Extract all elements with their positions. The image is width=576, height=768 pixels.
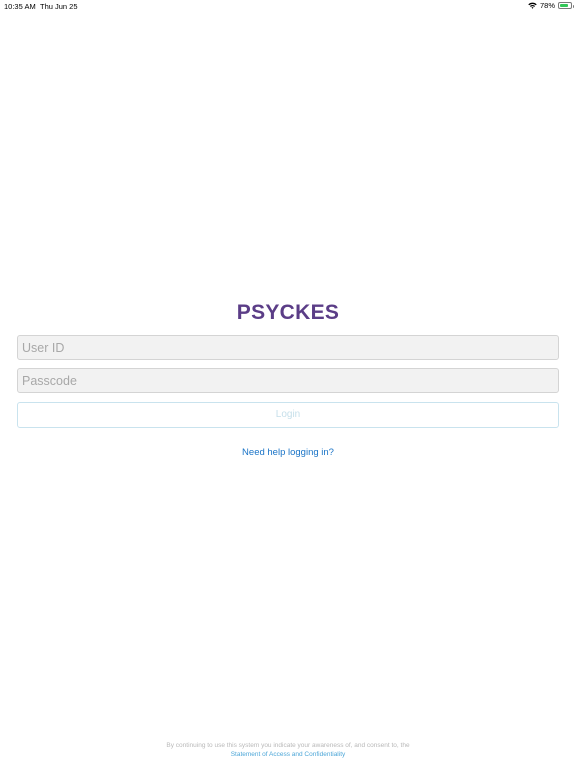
passcode-field[interactable] bbox=[17, 368, 559, 393]
login-button[interactable]: Login bbox=[17, 402, 559, 428]
status-date: Thu Jun 25 bbox=[40, 2, 78, 11]
battery-percent: 78% bbox=[539, 1, 555, 10]
battery-icon bbox=[558, 2, 574, 9]
login-screen: 10:35 AM Thu Jun 25 78% PSYCKES Login Ne… bbox=[0, 0, 576, 768]
consent-text: By continuing to use this system you ind… bbox=[166, 742, 410, 749]
help-link[interactable]: Need help logging in? bbox=[0, 447, 576, 458]
help-link-label[interactable]: Need help logging in? bbox=[242, 447, 334, 458]
userid-field[interactable] bbox=[17, 335, 559, 360]
wifi-icon bbox=[528, 2, 537, 9]
status-indicators: 78% bbox=[528, 1, 574, 10]
footer: By continuing to use this system you ind… bbox=[0, 741, 576, 759]
app-logo: PSYCKES bbox=[236, 301, 340, 324]
battery-level bbox=[560, 4, 568, 7]
status-bar: 10:35 AM Thu Jun 25 78% bbox=[0, 0, 576, 12]
statement-link[interactable]: Statement of Access and Confidentiality bbox=[0, 750, 576, 759]
status-time: 10:35 AM bbox=[4, 2, 36, 11]
